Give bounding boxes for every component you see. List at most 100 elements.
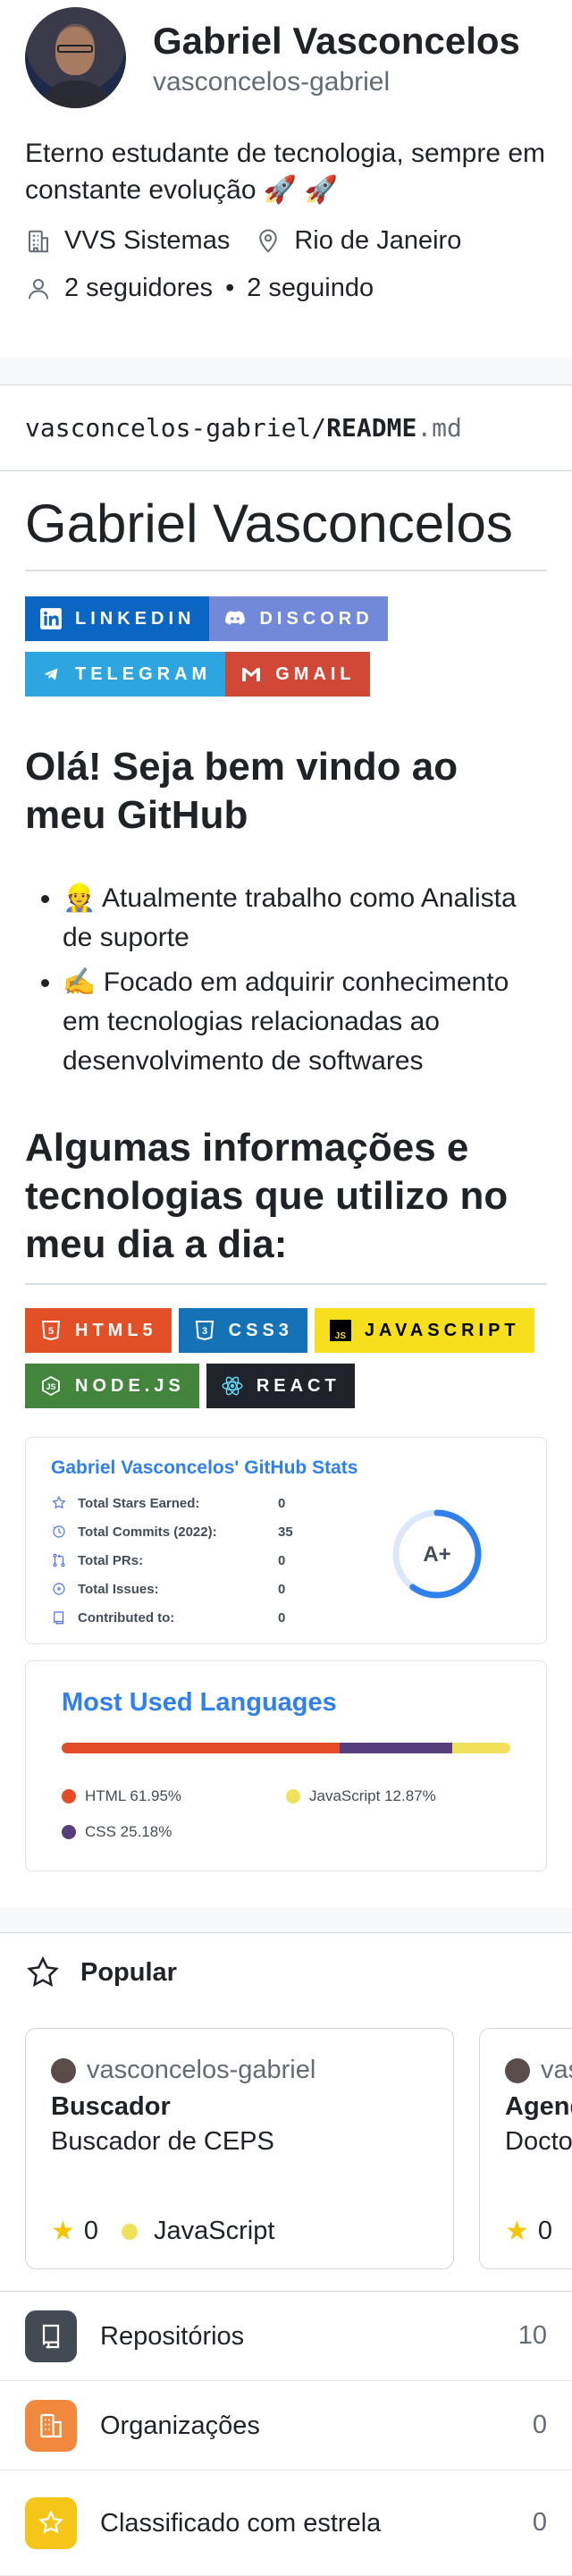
languages-legend: HTML 61.95% JavaScript 12.87% CSS 25.18% [62,1778,510,1850]
legend-swatch [62,1789,76,1803]
stat-value: 0 [278,1495,286,1511]
stat-label: Contributed to: [78,1609,175,1626]
menu-item-label: Repositórios [100,2321,245,2351]
javascript-logo-icon: JS [329,1319,352,1342]
repo-stars: 0 [83,2217,99,2245]
stat-label: Total Stars Earned: [78,1495,200,1511]
nodejs-logo-icon: JS [39,1374,63,1398]
lang-bar-segment-html [62,1743,340,1753]
readme-path-owner: vasconcelos-gabriel/ [25,413,327,443]
profile-header: Gabriel Vasconcelos vasconcelos-gabriel [25,7,547,108]
popular-title: Popular [80,1957,177,1987]
badge-css3[interactable]: 3 CSS3 [178,1308,307,1353]
stat-label: Total PRs: [78,1552,144,1568]
badge-linkedin[interactable]: LINKEDIN [25,596,210,641]
readme-path[interactable]: vasconcelos-gabriel/README .md [0,385,572,471]
svg-text:3: 3 [202,1326,207,1337]
profile-meta: VVS Sistemas Rio de Janeiro [25,226,547,256]
badge-javascript[interactable]: JS JAVASCRIPT [314,1308,534,1353]
readme-path-ext: .md [416,413,462,443]
legend-label: JavaScript 12.87% [309,1787,436,1804]
legend-swatch [62,1825,76,1839]
repo-card[interactable]: vasconcelos-gabrielAgendamentoDoctor★0 [479,2028,572,2269]
issue-icon [53,1583,65,1595]
badge-label: DISCORD [259,608,374,629]
languages-bar [62,1743,510,1753]
lang-bar-segment-css [339,1743,453,1753]
repo-owner-name: vasconcelos-gabriel [87,2056,316,2084]
html5-logo-icon: 5 [39,1319,63,1342]
profile-company: VVS Sistemas [64,226,231,255]
clock-icon [53,1525,65,1538]
profile-bio: Eterno estudante de tecnologia, sempre e… [25,139,546,205]
stat-row: Contributed to: 0 [51,1604,521,1631]
css3-logo-icon: 3 [193,1319,216,1342]
avatar[interactable] [25,7,126,108]
badge-gmail[interactable]: GMAIL [225,652,370,697]
about-list: 👷 Atualmente trabalho como Analista de s… [25,879,547,1081]
followers-link[interactable]: 2 seguidores [64,274,213,303]
repo-card[interactable]: vasconcelos-gabriel Buscador Buscador de C… [25,2028,454,2269]
telegram-icon [39,663,63,686]
badge-discord[interactable]: DISCORD [209,596,388,641]
building-icon [29,230,48,252]
tech-badges: 5 HTML5 3 CSS3 JS JAVASCRIPT JS NODE.JS REACT [25,1308,547,1419]
readme-body: Gabriel Vasconcelos LINKEDIN DISCORD TELEG… [0,471,572,1907]
profile-menu: Repositórios 10 Organizações 0 Classificado … [0,2291,572,2576]
star-icon [27,1955,59,1987]
badge-nodejs[interactable]: JS NODE.JS [25,1364,199,1408]
organization-icon [25,2399,77,2452]
profile-card: Gabriel Vasconcelos vasconcelos-gabriel … [0,0,572,358]
badge-html5[interactable]: 5 HTML5 [25,1308,172,1353]
star-icon: ★ [505,2217,529,2246]
following-link[interactable]: 2 seguindo [247,274,374,303]
languages-card[interactable]: Most Used Languages HTML 61.95% JavaScrip… [25,1660,547,1871]
star-icon: ★ [51,2217,75,2246]
github-stats-card[interactable]: Gabriel Vasconcelos' GitHub Stats Total … [25,1437,547,1644]
menu-item-star[interactable]: Classificado com estrela 0 [0,2470,572,2576]
svg-text:JS: JS [46,1382,55,1391]
star-icon [52,1495,66,1509]
repo-owner: vasconcelos-gabriel [505,2056,572,2085]
stat-value: 0 [278,1581,286,1597]
repo-icon [54,1611,64,1625]
lang-bar-segment-javascript [452,1743,510,1753]
svg-text:5: 5 [48,1326,54,1337]
repo-footer: ★ 0 [505,2216,572,2247]
menu-item-organization[interactable]: Organizações 0 [0,2381,572,2470]
pull-request-icon [53,1553,65,1567]
person-icon [29,278,48,299]
profile-location: Rio de Janeiro [294,226,462,255]
avatar [51,2057,76,2083]
repo-owner: vasconcelos-gabriel [51,2056,428,2085]
badge-label: HTML5 [75,1320,157,1340]
language-dot-icon [122,2223,139,2240]
stat-label: Total Issues: [78,1581,159,1597]
list-item: 👷 Atualmente trabalho como Analista de s… [63,879,547,958]
popular-repos[interactable]: vasconcelos-gabriel Buscador Buscador de C… [25,2028,572,2269]
legend-item: JavaScript 12.87% [286,1778,510,1814]
readme-title: Gabriel Vasconcelos [25,493,547,571]
menu-item-count: 10 [517,2321,547,2350]
repo-name[interactable]: Buscador [51,2092,428,2122]
repo-stars: 0 [537,2217,553,2245]
profile-follow: 2 seguidores • 2 seguindo [25,274,547,303]
legend-label: CSS 25.18% [85,1823,172,1840]
readme-path-file: README [326,413,417,443]
stat-value: 0 [278,1552,286,1568]
legend-item: HTML 61.95% [62,1778,286,1814]
repo-description: Buscador de CEPS [51,2127,274,2156]
repo-footer: ★ 0 JavaScript [51,2216,428,2247]
list-item: ✍️ Focado em adquirir conhecimento em te… [63,963,547,1081]
badge-react[interactable]: REACT [206,1364,355,1408]
menu-item-label: Organizações [100,2411,260,2440]
menu-item-repo[interactable]: Repositórios 10 [0,2292,572,2381]
badge-label: NODE.JS [75,1375,185,1396]
repo-name[interactable]: Agendamento [505,2092,572,2122]
separator: • [225,274,235,302]
svg-text:JS: JS [335,1331,347,1341]
badge-telegram[interactable]: TELEGRAM [25,652,226,697]
badge-label: GMAIL [275,663,356,684]
star-icon [25,2496,77,2549]
M-icon [240,663,263,686]
